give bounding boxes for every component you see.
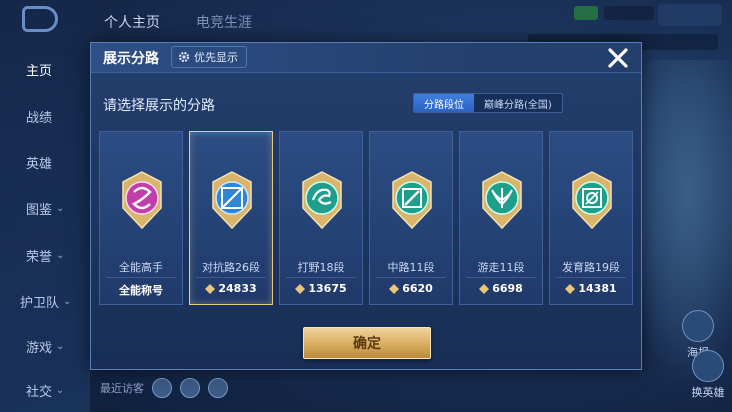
lane-score-value: 14381 bbox=[578, 282, 617, 295]
lane-role: 游走11段 bbox=[477, 261, 525, 274]
sidebar-item-hero[interactable]: 英雄 bbox=[26, 153, 52, 172]
sidebar-item-guard[interactable]: 护卫队 ⌄ bbox=[20, 292, 71, 311]
lane-card-roam[interactable]: 游走11段 6698 bbox=[459, 131, 543, 305]
lane-card-mid[interactable]: 中路11段 6620 bbox=[369, 131, 453, 305]
sidebar-item-label: 荣誉 bbox=[26, 250, 53, 265]
lane-card-farm[interactable]: 发育路19段 14381 bbox=[549, 131, 633, 305]
lane-score-value: 6620 bbox=[402, 282, 433, 295]
staff-badge-icon bbox=[392, 171, 432, 230]
rank-score-icon bbox=[389, 283, 400, 294]
lane-card-all-round[interactable]: 全能高手 全能称号 bbox=[99, 131, 183, 305]
dialog-header: 展示分路 优先显示 bbox=[91, 43, 641, 73]
lane-card-clash[interactable]: 对抗路26段 24833 bbox=[189, 131, 273, 305]
recent-visitors-label: 最近访客 bbox=[100, 382, 144, 395]
status-chip bbox=[604, 6, 654, 20]
close-icon bbox=[608, 48, 628, 68]
lane-score: 6698 bbox=[460, 282, 542, 295]
back-logo-icon[interactable] bbox=[22, 6, 58, 32]
rank-score-icon bbox=[479, 283, 490, 294]
wing-badge-icon bbox=[482, 171, 522, 230]
sidebar-item-label: 战绩 bbox=[26, 111, 53, 126]
chevron-down-icon: ⌄ bbox=[56, 385, 65, 396]
sidebar-item-label: 游戏 bbox=[26, 341, 53, 356]
sidebar-item-home[interactable]: 主页 bbox=[26, 60, 52, 79]
switch-hero-button[interactable]: 换英雄 bbox=[684, 350, 732, 400]
recent-visitors: 最近访客 bbox=[100, 378, 228, 398]
sidebar-item-label: 英雄 bbox=[26, 157, 53, 172]
profile-chip[interactable] bbox=[658, 4, 722, 26]
dialog-title: 展示分路 bbox=[103, 51, 159, 67]
display-lane-dialog: 展示分路 优先显示 请选择展示的分路 分路段位 巅峰分路(全国) 全能高手 全能… bbox=[90, 42, 642, 370]
lane-card-list: 全能高手 全能称号 对抗路26段 24833 打野18段 13675 中路11段… bbox=[99, 131, 635, 305]
rank-score-icon bbox=[205, 283, 216, 294]
card-divider bbox=[376, 277, 446, 278]
lane-role: 打野18段 bbox=[297, 261, 345, 274]
card-divider bbox=[466, 277, 536, 278]
lane-score: 6620 bbox=[370, 282, 452, 295]
sidebar-item-honor[interactable]: 荣誉 ⌄ bbox=[26, 246, 64, 265]
dialog-subtitle: 请选择展示的分路 bbox=[103, 98, 215, 114]
sidebar-item-label: 图鉴 bbox=[26, 203, 53, 218]
target-badge-icon bbox=[572, 171, 612, 230]
lane-role: 发育路19段 bbox=[562, 261, 620, 274]
lane-score: 24833 bbox=[190, 282, 272, 295]
switch-hero-icon bbox=[692, 350, 724, 382]
card-divider bbox=[286, 277, 356, 278]
tab-esports[interactable]: 电竞生涯 bbox=[196, 12, 252, 32]
poster-icon bbox=[682, 310, 714, 342]
lane-type-toggle: 分路段位 巅峰分路(全国) bbox=[413, 93, 563, 113]
priority-display-button[interactable]: 优先显示 bbox=[171, 46, 247, 68]
rank-score-icon bbox=[565, 283, 576, 294]
toggle-peak-lane[interactable]: 巅峰分路(全国) bbox=[474, 94, 562, 112]
avatar[interactable] bbox=[180, 378, 200, 398]
chat-icon[interactable] bbox=[574, 6, 598, 20]
close-button[interactable] bbox=[603, 43, 633, 73]
sidebar-item-codex[interactable]: 图鉴 ⌄ bbox=[26, 199, 64, 218]
lane-score-value: 全能称号 bbox=[119, 284, 163, 297]
tab-profile[interactable]: 个人主页 bbox=[104, 12, 160, 32]
sidebar-item-label: 护卫队 bbox=[20, 296, 60, 311]
toggle-lane-rank[interactable]: 分路段位 bbox=[414, 94, 474, 112]
avatar[interactable] bbox=[208, 378, 228, 398]
lane-score-value: 24833 bbox=[218, 282, 257, 295]
all-round-badge-icon bbox=[122, 171, 162, 230]
lane-score: 14381 bbox=[550, 282, 632, 295]
chevron-down-icon: ⌄ bbox=[56, 341, 65, 352]
card-divider bbox=[196, 277, 266, 278]
rank-score-icon bbox=[295, 283, 306, 294]
confirm-button[interactable]: 确定 bbox=[303, 327, 431, 359]
dragon-badge-icon bbox=[302, 171, 342, 230]
chevron-down-icon: ⌄ bbox=[56, 250, 65, 261]
lane-role: 全能高手 bbox=[119, 261, 163, 274]
sidebar-item-label: 主页 bbox=[26, 64, 53, 79]
chevron-down-icon: ⌄ bbox=[63, 296, 72, 307]
card-divider bbox=[556, 277, 626, 278]
lane-card-jungle[interactable]: 打野18段 13675 bbox=[279, 131, 363, 305]
lane-score: 全能称号 bbox=[100, 282, 182, 298]
lane-score-value: 13675 bbox=[308, 282, 347, 295]
lane-role: 中路11段 bbox=[387, 261, 435, 274]
sidebar-item-label: 社交 bbox=[26, 385, 53, 400]
priority-display-label: 优先显示 bbox=[194, 51, 238, 64]
avatar[interactable] bbox=[152, 378, 172, 398]
sword-badge-icon bbox=[212, 171, 252, 230]
lane-score-value: 6698 bbox=[492, 282, 523, 295]
sidebar-item-record[interactable]: 战绩 bbox=[26, 107, 52, 126]
sidebar-item-social[interactable]: 社交 ⌄ bbox=[26, 381, 64, 400]
card-divider bbox=[106, 277, 176, 278]
gear-icon bbox=[178, 51, 190, 63]
chevron-down-icon: ⌄ bbox=[56, 203, 65, 214]
lane-role: 对抗路26段 bbox=[202, 261, 260, 274]
switch-hero-label: 换英雄 bbox=[691, 386, 725, 399]
lane-score: 13675 bbox=[280, 282, 362, 295]
sidebar-item-game[interactable]: 游戏 ⌄ bbox=[26, 337, 64, 356]
